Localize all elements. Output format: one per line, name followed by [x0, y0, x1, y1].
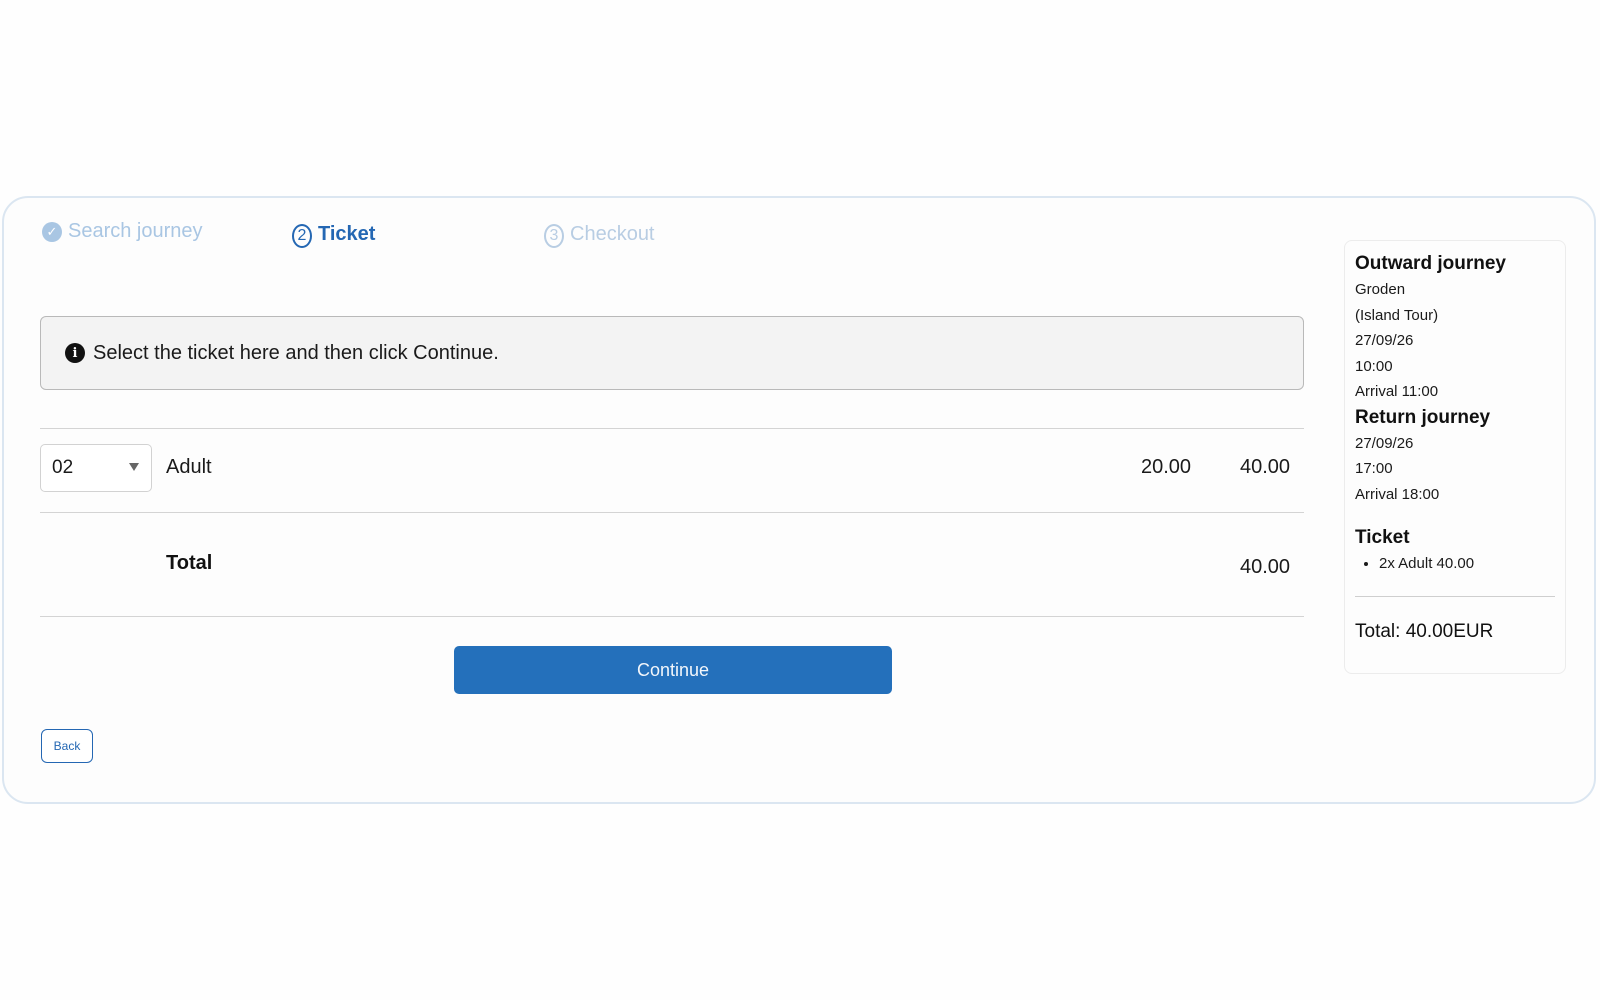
step-label: Search journey	[68, 220, 203, 242]
step-label: Checkout	[570, 222, 655, 245]
summary-total: Total: 40.00EUR	[1355, 621, 1494, 642]
unit-price: 20.00	[1141, 456, 1192, 478]
ticket-items-list: 2x Adult 40.00	[1355, 551, 1555, 576]
total-label: Total	[166, 552, 213, 574]
chevron-down-icon	[129, 463, 139, 471]
divider	[40, 428, 1304, 429]
quantity-value: 02	[52, 457, 74, 478]
booking-card: ✓ Search journey 2 Ticket 3 Checkout i S…	[2, 196, 1596, 804]
divider	[1355, 596, 1555, 597]
return-line: 27/09/26	[1355, 434, 1414, 452]
line-total: 40.00	[1240, 456, 1291, 478]
check-circle-icon: ✓	[42, 221, 62, 242]
booking-summary-panel: Outward journey Groden (Island Tour) 27/…	[1344, 240, 1566, 674]
outward-line: (Island Tour)	[1355, 306, 1439, 324]
ticket-type-label: Adult	[166, 456, 212, 478]
info-icon: i	[65, 343, 85, 363]
back-button[interactable]: Back	[41, 729, 93, 763]
ticket-item: 2x Adult 40.00	[1379, 551, 1555, 576]
total-value: 40.00	[1240, 556, 1291, 578]
outward-line: Groden	[1355, 281, 1406, 298]
outward-line: Arrival 11:00	[1355, 383, 1439, 400]
step-search-journey[interactable]: ✓ Search journey	[42, 220, 203, 243]
return-line: Arrival 18:00	[1355, 485, 1440, 503]
step-number-3-icon: 3	[544, 224, 564, 248]
step-label: Ticket	[318, 222, 376, 245]
step-number-2-icon: 2	[292, 224, 312, 248]
outward-line: 10:00	[1355, 357, 1393, 375]
divider	[40, 616, 1304, 617]
quantity-select[interactable]: 02	[40, 444, 152, 492]
return-line: 17:00	[1355, 460, 1393, 477]
ticket-heading: Ticket	[1355, 527, 1410, 548]
step-ticket[interactable]: 2 Ticket	[292, 220, 375, 248]
divider	[40, 512, 1304, 513]
info-message-text: Select the ticket here and then click Co…	[93, 341, 499, 364]
step-checkout: 3 Checkout	[544, 220, 655, 248]
outward-journey-heading: Outward journey	[1355, 253, 1506, 274]
return-journey-heading: Return journey	[1355, 406, 1491, 428]
continue-button[interactable]: Continue	[454, 646, 892, 694]
outward-line: 27/09/26	[1355, 332, 1414, 349]
info-message-box: i Select the ticket here and then click …	[40, 316, 1304, 390]
